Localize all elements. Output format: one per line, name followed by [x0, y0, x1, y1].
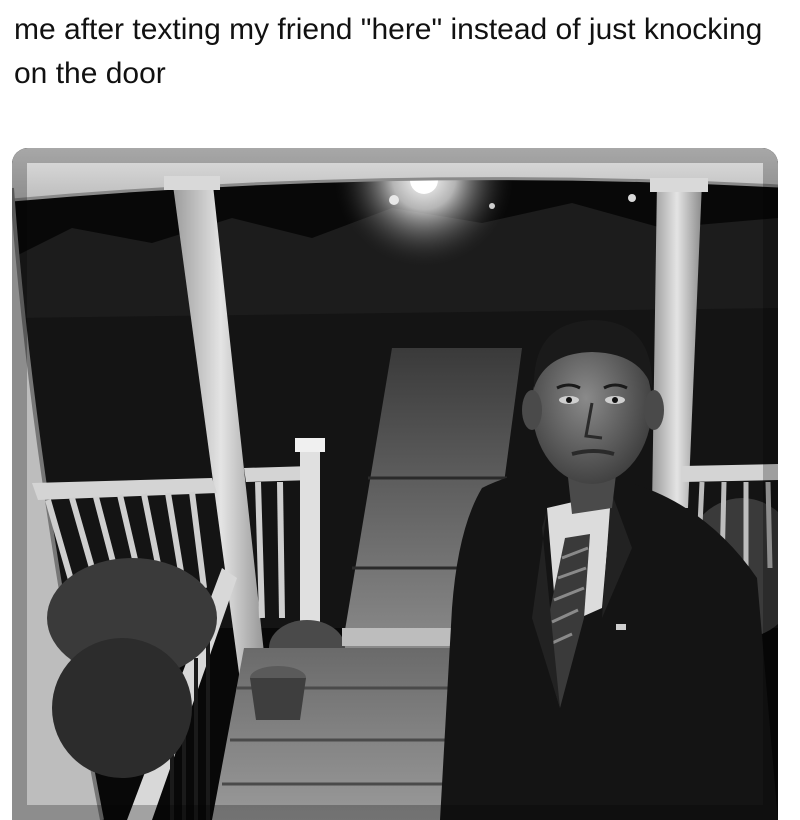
- doorbell-camera-photo: [12, 148, 778, 820]
- distant-light-icon: [389, 195, 399, 205]
- distant-light-icon: [628, 194, 636, 202]
- meme-caption: me after texting my friend "here" instea…: [14, 13, 763, 90]
- newel-post: [300, 442, 320, 642]
- distant-light-icon: [489, 203, 495, 209]
- flag-pin-icon: [616, 624, 626, 630]
- doormat: [342, 628, 462, 646]
- photo-scene: [12, 148, 778, 820]
